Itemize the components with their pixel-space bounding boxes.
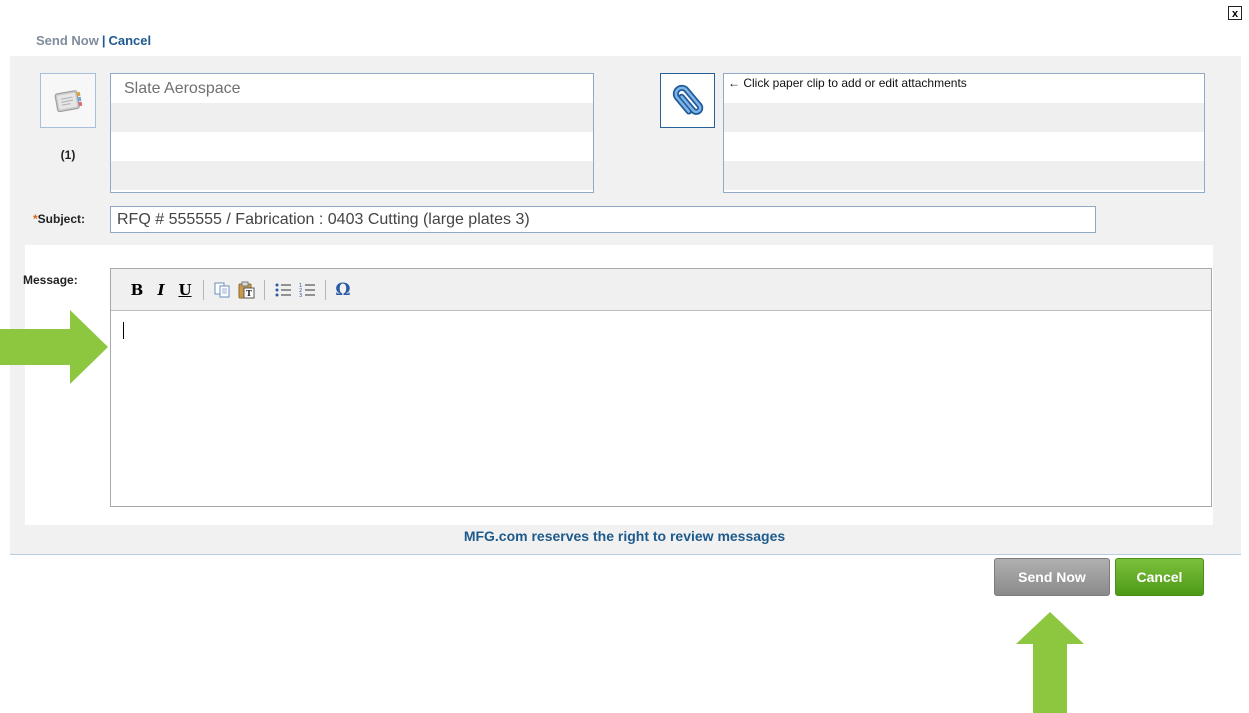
- review-notice: MFG.com reserves the right to review mes…: [463, 528, 786, 544]
- special-character-button[interactable]: Ω: [332, 279, 354, 301]
- toolbar-separator: [325, 279, 326, 300]
- underline-button[interactable]: U: [173, 279, 197, 301]
- toolbar-separator: [203, 279, 204, 300]
- top-links-separator: |: [101, 33, 106, 48]
- attachment-row: [724, 161, 1204, 190]
- address-book-icon: [54, 90, 83, 113]
- recipient-count: (1): [60, 148, 76, 162]
- recipient-row: [111, 103, 593, 132]
- toolbar-separator: [264, 279, 265, 300]
- top-cancel-link[interactable]: Cancel: [108, 33, 151, 48]
- attachments-list[interactable]: ← Click paper clip to add or edit attach…: [723, 73, 1205, 193]
- paperclip-button[interactable]: [660, 73, 715, 128]
- numbered-list-icon: 1 2 3: [299, 283, 315, 299]
- numbered-list-button[interactable]: 1 2 3: [295, 279, 319, 301]
- top-actions: Send Now | Cancel: [36, 33, 151, 48]
- svg-text:T: T: [246, 288, 252, 298]
- recipient-row: [111, 161, 593, 190]
- copy-button[interactable]: [210, 279, 234, 301]
- paste-text-button[interactable]: T: [234, 279, 258, 301]
- right-arrow-icon: [0, 310, 108, 384]
- up-arrow-icon: [1016, 612, 1084, 713]
- editor-toolbar: B I U T 1 2 3 Ω: [111, 269, 1211, 311]
- message-label: Message:: [23, 273, 78, 287]
- top-send-now-link[interactable]: Send Now: [36, 33, 99, 48]
- close-dialog-button[interactable]: x: [1228, 6, 1242, 20]
- recipient-row: Slate Aerospace: [124, 80, 241, 97]
- svg-text:3: 3: [299, 293, 302, 299]
- message-body[interactable]: [111, 311, 1211, 506]
- address-book-button[interactable]: [40, 73, 96, 128]
- text-caret: [123, 322, 124, 339]
- subject-label-text: Subject:: [37, 212, 86, 226]
- recipient-row: [111, 132, 593, 161]
- subject-label: *Subject:: [33, 212, 85, 226]
- recipients-list[interactable]: Slate Aerospace: [110, 73, 594, 193]
- attachment-row: [724, 132, 1204, 161]
- send-now-button[interactable]: Send Now: [994, 558, 1110, 596]
- bulleted-list-icon: [275, 283, 291, 296]
- message-editor: B I U T 1 2 3 Ω: [110, 268, 1212, 507]
- subject-input[interactable]: [110, 206, 1096, 233]
- copy-icon: [214, 282, 230, 297]
- paste-text-icon: T: [238, 281, 255, 298]
- bulleted-list-button[interactable]: [271, 279, 295, 301]
- attachment-row: [724, 103, 1204, 132]
- cancel-button[interactable]: Cancel: [1115, 558, 1204, 596]
- bold-button[interactable]: B: [125, 279, 149, 301]
- italic-button[interactable]: I: [149, 279, 173, 301]
- attachments-hint: ← Click paper clip to add or edit attach…: [728, 76, 967, 90]
- paperclip-icon: [672, 84, 704, 115]
